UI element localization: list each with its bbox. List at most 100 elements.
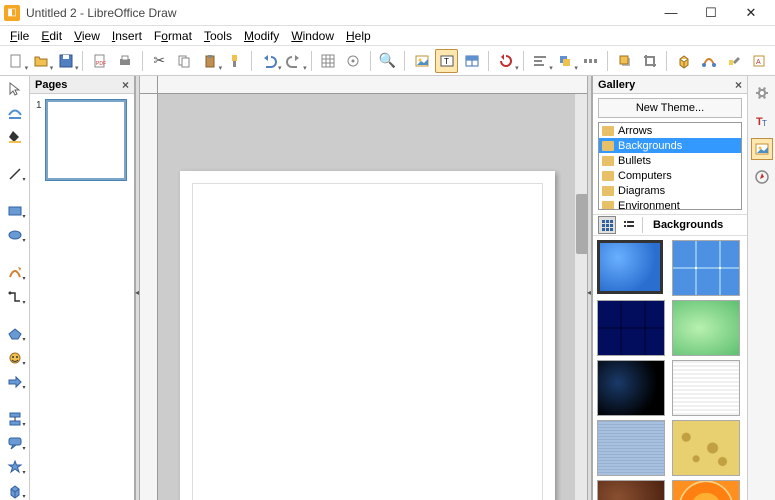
- star-tool[interactable]: ▾: [4, 458, 26, 476]
- menu-tools[interactable]: Tools: [198, 27, 238, 45]
- zoom-button[interactable]: 🔍: [376, 49, 399, 73]
- new-button[interactable]: ▾: [4, 49, 27, 73]
- connector-tool[interactable]: ▾: [4, 288, 26, 306]
- 3d-tool[interactable]: ▾: [4, 482, 26, 500]
- curve-tool[interactable]: ▾: [4, 264, 26, 282]
- align-button[interactable]: ▾: [529, 49, 552, 73]
- undo-button[interactable]: ▾: [257, 49, 280, 73]
- gallery-thumb-water[interactable]: [597, 240, 663, 294]
- page-preview: [46, 100, 126, 180]
- rotate-button[interactable]: ▾: [494, 49, 517, 73]
- gallery-thumb-dark-swirl[interactable]: [597, 360, 665, 416]
- ruler-vertical[interactable]: [140, 94, 158, 500]
- ruler-horizontal[interactable]: [158, 76, 587, 94]
- folder-icon: [602, 186, 614, 196]
- grid-button[interactable]: [317, 49, 340, 73]
- theme-item[interactable]: Environment: [599, 198, 741, 210]
- arrange-button[interactable]: ▾: [554, 49, 577, 73]
- splitter-right[interactable]: [587, 76, 592, 500]
- crop-button[interactable]: [638, 49, 661, 73]
- pages-panel-title: Pages: [35, 79, 67, 91]
- icon-view-button[interactable]: [598, 216, 616, 234]
- theme-item[interactable]: Arrows: [599, 123, 741, 138]
- redo-button[interactable]: ▾: [282, 49, 305, 73]
- theme-list[interactable]: Arrows BackgroundsBulletsComputersDiagram…: [598, 122, 742, 210]
- cut-button[interactable]: ✂: [148, 49, 171, 73]
- callout-tool[interactable]: ▾: [4, 434, 26, 452]
- menu-format[interactable]: Format: [148, 27, 198, 45]
- menu-view[interactable]: View: [68, 27, 106, 45]
- theme-item-label: Backgrounds: [618, 140, 682, 152]
- gallery-thumb-orange-slice[interactable]: [672, 480, 740, 500]
- snap-button[interactable]: [342, 49, 365, 73]
- rectangle-tool[interactable]: ▾: [4, 202, 26, 220]
- edit-points-button[interactable]: [697, 49, 720, 73]
- close-button[interactable]: ✕: [731, 1, 771, 25]
- insert-textbox-button[interactable]: T: [435, 49, 458, 73]
- fontwork-button[interactable]: A: [748, 49, 771, 73]
- scrollbar-vertical[interactable]: [575, 94, 587, 500]
- gallery-thumb-green-paint[interactable]: [672, 300, 740, 356]
- select-tool[interactable]: [4, 80, 26, 98]
- fill-color-tool[interactable]: [4, 128, 26, 146]
- menu-window[interactable]: Window: [285, 27, 340, 45]
- properties-tab[interactable]: [751, 82, 773, 104]
- svg-text:PDF: PDF: [96, 61, 106, 67]
- insert-table-button[interactable]: [460, 49, 483, 73]
- ellipse-tool[interactable]: ▾: [4, 226, 26, 244]
- insert-image-button[interactable]: [410, 49, 433, 73]
- distribute-button[interactable]: [579, 49, 602, 73]
- clone-format-button[interactable]: [223, 49, 246, 73]
- maximize-button[interactable]: ☐: [691, 1, 731, 25]
- navigator-tab[interactable]: [751, 166, 773, 188]
- drawing-page[interactable]: [180, 171, 555, 500]
- pages-panel: Pages × 1: [30, 76, 135, 500]
- arrow-shapes-tool[interactable]: ▾: [4, 373, 26, 391]
- window-title: Untitled 2 - LibreOffice Draw: [26, 6, 651, 20]
- menu-file[interactable]: File: [4, 27, 35, 45]
- gallery-thumb-silk[interactable]: [597, 480, 665, 500]
- canvas-area[interactable]: [140, 76, 587, 500]
- minimize-button[interactable]: —: [651, 1, 691, 25]
- menu-insert[interactable]: Insert: [106, 27, 148, 45]
- line-tool[interactable]: ▾: [4, 165, 26, 183]
- svg-text:A: A: [756, 59, 761, 66]
- extrusion-button[interactable]: [672, 49, 695, 73]
- theme-item[interactable]: Backgrounds: [599, 138, 741, 153]
- pages-panel-close[interactable]: ×: [122, 78, 129, 92]
- flowchart-tool[interactable]: ▾: [4, 410, 26, 428]
- app-icon: ◧: [4, 5, 20, 21]
- gallery-tab[interactable]: [751, 138, 773, 160]
- glue-points-button[interactable]: [723, 49, 746, 73]
- open-button[interactable]: ▾: [29, 49, 52, 73]
- gallery-thumb-tiles-light[interactable]: [672, 240, 740, 296]
- menu-modify[interactable]: Modify: [238, 27, 285, 45]
- gallery-thumb-blue-fabric[interactable]: [597, 420, 665, 476]
- gallery-thumb-cheese[interactable]: [672, 420, 740, 476]
- gallery-panel-close[interactable]: ×: [735, 78, 742, 92]
- page-thumbnail[interactable]: 1: [36, 100, 128, 180]
- line-color-tool[interactable]: [4, 104, 26, 122]
- print-button[interactable]: [114, 49, 137, 73]
- paste-button[interactable]: ▾: [198, 49, 221, 73]
- menu-edit[interactable]: Edit: [35, 27, 68, 45]
- copy-button[interactable]: [173, 49, 196, 73]
- pages-panel-header: Pages ×: [30, 76, 134, 94]
- gallery-thumb-white-texture[interactable]: [672, 360, 740, 416]
- detail-view-button[interactable]: [620, 216, 638, 234]
- menu-help[interactable]: Help: [340, 27, 377, 45]
- styles-tab[interactable]: TT: [751, 110, 773, 132]
- theme-item[interactable]: Bullets: [599, 153, 741, 168]
- basic-shapes-tool[interactable]: ▾: [4, 325, 26, 343]
- shadow-button[interactable]: [613, 49, 636, 73]
- symbol-shapes-tool[interactable]: ▾: [4, 349, 26, 367]
- gallery-thumb-tiles-dark[interactable]: [597, 300, 665, 356]
- export-pdf-button[interactable]: PDF: [88, 49, 111, 73]
- gallery-current-theme-label: Backgrounds: [653, 219, 723, 231]
- save-button[interactable]: ▾: [54, 49, 77, 73]
- theme-item[interactable]: Diagrams: [599, 183, 741, 198]
- gallery-panel-header: Gallery ×: [593, 76, 747, 94]
- ruler-corner: [140, 76, 158, 94]
- new-theme-button[interactable]: New Theme...: [598, 98, 742, 118]
- theme-item[interactable]: Computers: [599, 168, 741, 183]
